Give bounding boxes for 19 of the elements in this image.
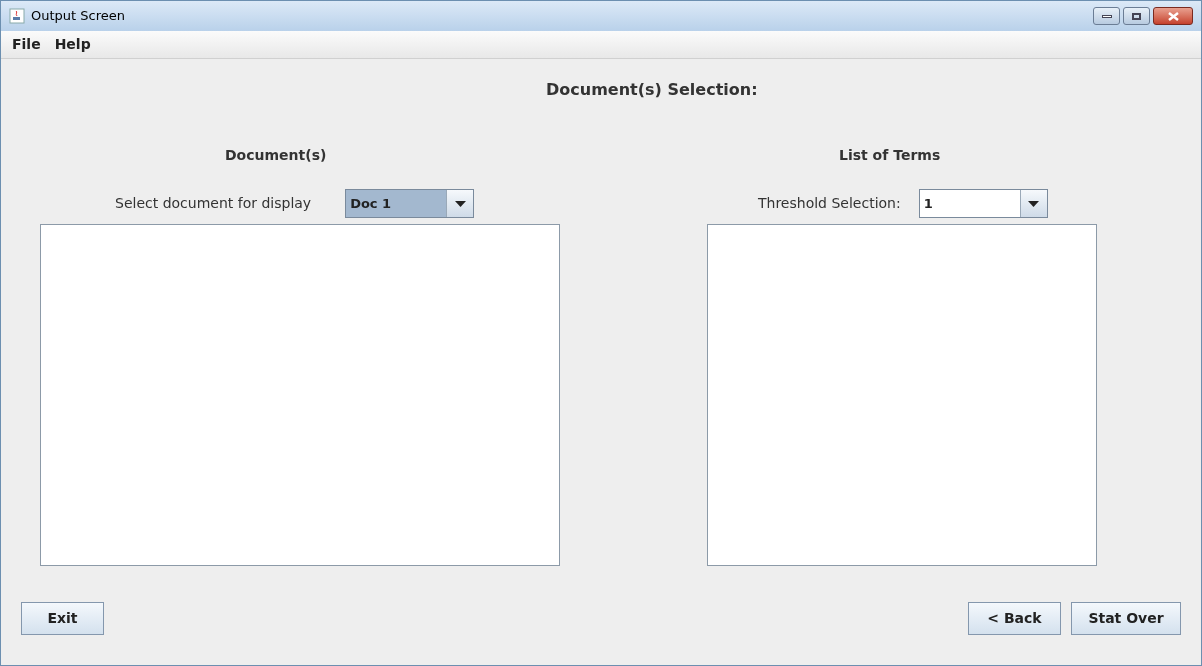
dropdown[interactable]: Doc 1: [345, 189, 475, 218]
button[interactable]: Stat Over: [1071, 602, 1181, 635]
maximize-button[interactable]: [1123, 7, 1150, 25]
section-title: Document(s): [225, 146, 327, 165]
minimize-button[interactable]: [1093, 7, 1120, 25]
page-heading: Document(s) Selection:: [546, 79, 759, 98]
close-button[interactable]: [1153, 7, 1193, 25]
menu-item[interactable]: File: [12, 34, 41, 55]
field-label: Threshold Selection:: [758, 194, 901, 213]
close-icon: [1167, 11, 1179, 21]
dropdown-value: Doc 1: [349, 194, 393, 213]
section-title: List of Terms: [839, 146, 941, 165]
button[interactable]: < Back: [968, 602, 1061, 635]
window-title: Output Screen: [31, 7, 125, 26]
menu-item[interactable]: Help: [54, 34, 91, 55]
dropdown-value: 1: [922, 194, 934, 213]
dropdown[interactable]: 1: [918, 189, 1048, 218]
button[interactable]: Exit: [21, 602, 104, 635]
field-label: Select document for display: [115, 194, 312, 213]
